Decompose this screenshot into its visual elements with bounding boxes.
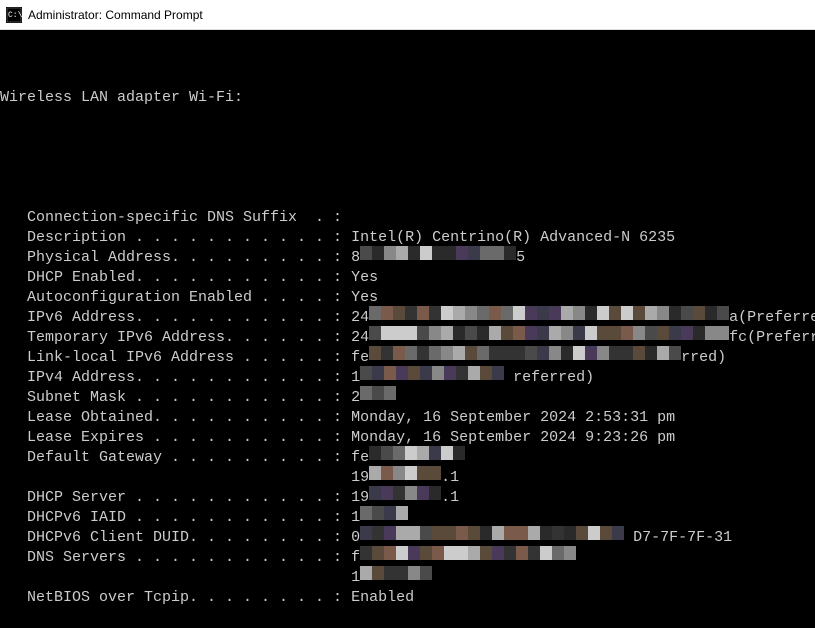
svg-text:C:\: C:\	[8, 11, 22, 20]
output-row: DHCPv6 IAID . . . . . . . . . . . : 1	[0, 508, 815, 528]
redacted-region	[360, 386, 396, 400]
output-row: DHCPv6 Client DUID. . . . . . . . : 0 D7…	[0, 528, 815, 548]
row-value-suffix: 5	[516, 248, 525, 268]
output-row: NetBIOS over Tcpip. . . . . . . . : Enab…	[0, 588, 815, 608]
row-label: Physical Address. . . . . . . . . :	[0, 248, 351, 268]
output-row: DNS Servers . . . . . . . . . . . : f	[0, 548, 815, 568]
row-label: Connection-specific DNS Suffix . :	[0, 208, 342, 228]
output-row: Link-local IPv6 Address . . . . . : fe rr…	[0, 348, 815, 368]
row-label: Lease Obtained. . . . . . . . . . :	[0, 408, 351, 428]
output-row: Description . . . . . . . . . . . : Inte…	[0, 228, 815, 248]
row-value-suffix: a(Preferred)	[729, 308, 815, 328]
redacted-region	[369, 326, 729, 340]
row-value-prefix: 24	[351, 328, 369, 348]
row-label: DHCP Enabled. . . . . . . . . . . :	[0, 268, 351, 288]
window-title: Administrator: Command Prompt	[28, 8, 203, 22]
redacted-region	[360, 246, 516, 260]
redacted-region	[369, 466, 441, 480]
output-row: DHCP Enabled. . . . . . . . . . . : Yes	[0, 268, 815, 288]
row-value-prefix: f	[351, 548, 360, 568]
row-value-prefix: 8	[351, 248, 360, 268]
output-row: DHCP Server . . . . . . . . . . . : 19 .1	[0, 488, 815, 508]
row-value-suffix: .1	[441, 488, 459, 508]
output-row: Default Gateway . . . . . . . . . : fe	[0, 448, 815, 468]
output-row: Lease Obtained. . . . . . . . . . : Mond…	[0, 408, 815, 428]
row-value: Yes	[351, 268, 378, 288]
row-value: Enabled	[351, 588, 414, 608]
redacted-region	[369, 346, 681, 360]
row-label: Description . . . . . . . . . . . :	[0, 228, 351, 248]
redacted-region	[360, 506, 408, 520]
row-label	[0, 568, 351, 588]
output-row: Physical Address. . . . . . . . . : 8 5	[0, 248, 815, 268]
output-row: IPv4 Address. . . . . . . . . . . : 1 re…	[0, 368, 815, 388]
redacted-region	[369, 306, 729, 320]
row-label: IPv6 Address. . . . . . . . . . . :	[0, 308, 351, 328]
redacted-region	[360, 526, 624, 540]
row-value-prefix: fe	[351, 348, 369, 368]
row-label: Subnet Mask . . . . . . . . . . . :	[0, 388, 351, 408]
row-value-suffix: .1	[441, 468, 459, 488]
window-titlebar[interactable]: C:\ Administrator: Command Prompt	[0, 0, 815, 30]
redacted-region	[360, 566, 432, 580]
row-value-suffix: D7-7F-7F-31	[624, 528, 732, 548]
row-value-suffix: rred)	[681, 348, 726, 368]
row-value-mid: referred)	[504, 368, 594, 388]
redacted-region	[369, 446, 465, 460]
adapter-header: Wireless LAN adapter Wi-Fi:	[0, 88, 815, 108]
row-label: Default Gateway . . . . . . . . . :	[0, 448, 351, 468]
row-value-suffix: fc(Preferred)	[729, 328, 815, 348]
row-label: Autoconfiguration Enabled . . . . :	[0, 288, 351, 308]
row-value-prefix: 1	[351, 368, 360, 388]
row-value: Yes	[351, 288, 378, 308]
row-value: Intel(R) Centrino(R) Advanced-N 6235	[351, 228, 675, 248]
row-label: DHCP Server . . . . . . . . . . . :	[0, 488, 351, 508]
row-value-prefix: 2	[351, 388, 360, 408]
redacted-region	[360, 366, 504, 380]
row-value-prefix: 1	[351, 508, 360, 528]
row-label: DHCPv6 IAID . . . . . . . . . . . :	[0, 508, 351, 528]
redacted-region	[369, 486, 441, 500]
row-label: Lease Expires . . . . . . . . . . :	[0, 428, 351, 448]
output-row: Subnet Mask . . . . . . . . . . . : 2	[0, 388, 815, 408]
redacted-region	[360, 546, 576, 560]
row-label: DNS Servers . . . . . . . . . . . :	[0, 548, 351, 568]
row-value-prefix: 19	[351, 468, 369, 488]
output-row: Lease Expires . . . . . . . . . . : Mond…	[0, 428, 815, 448]
row-label	[0, 468, 351, 488]
row-value: Monday, 16 September 2024 2:53:31 pm	[351, 408, 675, 428]
row-label: DHCPv6 Client DUID. . . . . . . . :	[0, 528, 351, 548]
output-row: 19.1	[0, 468, 815, 488]
row-label: Temporary IPv6 Address. . . . . . :	[0, 328, 351, 348]
row-value-prefix: 19	[351, 488, 369, 508]
row-label: IPv4 Address. . . . . . . . . . . :	[0, 368, 351, 388]
output-row: Autoconfiguration Enabled . . . . : Yes	[0, 288, 815, 308]
blank-line	[0, 148, 815, 168]
row-label: NetBIOS over Tcpip. . . . . . . . :	[0, 588, 351, 608]
output-row: 1	[0, 568, 815, 588]
row-value-prefix: 1	[351, 568, 360, 588]
terminal-output[interactable]: Wireless LAN adapter Wi-Fi: Connection-s…	[0, 30, 815, 628]
output-row: IPv6 Address. . . . . . . . . . . : 24 a(…	[0, 308, 815, 328]
row-value: Monday, 16 September 2024 9:23:26 pm	[351, 428, 675, 448]
cmd-icon: C:\	[6, 7, 22, 23]
row-value-prefix: 0	[351, 528, 360, 548]
output-row: Connection-specific DNS Suffix . :	[0, 208, 815, 228]
output-row: Temporary IPv6 Address. . . . . . : 24 fc…	[0, 328, 815, 348]
row-value-prefix: fe	[351, 448, 369, 468]
row-label: Link-local IPv6 Address . . . . . :	[0, 348, 351, 368]
row-value-prefix: 24	[351, 308, 369, 328]
